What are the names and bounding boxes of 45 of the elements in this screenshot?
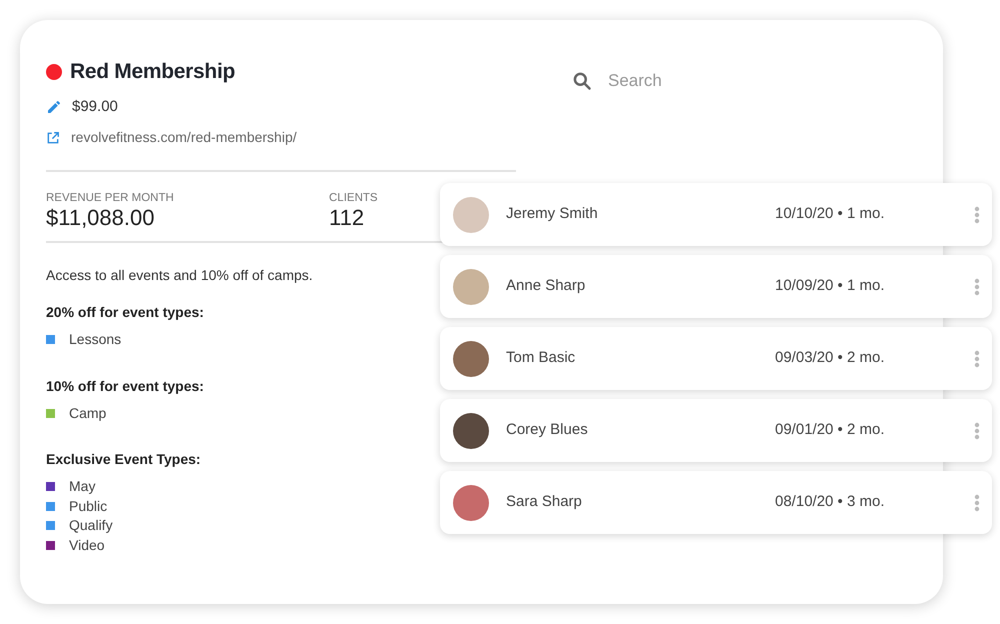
client-name: Sara Sharp [506, 492, 583, 512]
more-icon[interactable] [974, 494, 980, 512]
avatar [453, 268, 489, 304]
client-row[interactable]: Corey Blues 09/01/20 • 2 mo. [440, 399, 992, 462]
more-icon[interactable] [974, 206, 980, 224]
group-heading: 20% off for event types: [46, 303, 205, 322]
avatar [453, 484, 489, 520]
event-type: Public [69, 496, 108, 516]
client-date: 09/03/20 • 2 mo. [775, 348, 886, 368]
stat-label: CLIENTS [329, 191, 378, 205]
stat-value: 112 [329, 205, 366, 231]
client-name: Corey Blues [506, 420, 589, 440]
more-icon[interactable] [974, 278, 980, 296]
client-name: Anne Sharp [506, 276, 586, 296]
event-type: Lessons [69, 330, 122, 350]
search-field[interactable]: Search [608, 68, 928, 94]
event-type: May [69, 477, 96, 496]
more-icon[interactable] [974, 422, 980, 440]
more-icon[interactable] [974, 350, 980, 368]
event-type: Qualify [69, 516, 113, 536]
client-name: Jeremy Smith [506, 204, 599, 224]
client-date: 10/09/20 • 1 mo. [775, 276, 886, 296]
client-row[interactable]: Sara Sharp 08/10/20 • 3 mo. [440, 471, 992, 534]
search-icon [572, 71, 592, 91]
client-row[interactable]: Jeremy Smith 10/10/20 • 1 mo. [440, 183, 992, 246]
stat-value: $11,088.00 [46, 205, 156, 231]
membership-link[interactable]: revolvefitness.com/red-membership/ [71, 127, 297, 148]
client-name: Tom Basic [506, 348, 576, 368]
event-type: Camp [69, 404, 106, 423]
avatar [453, 340, 489, 376]
client-date: 10/10/20 • 1 mo. [775, 204, 886, 224]
client-date: 08/10/20 • 3 mo. [775, 492, 886, 512]
price: $99.00 [72, 96, 118, 116]
avatar [453, 412, 489, 448]
avatar [453, 196, 489, 232]
event-type: Video [69, 536, 105, 555]
external-link-icon[interactable] [46, 130, 60, 144]
client-date: 09/01/20 • 2 mo. [775, 420, 886, 440]
group-heading: Exclusive Event Types: [46, 450, 202, 469]
client-row[interactable]: Anne Sharp 10/09/20 • 1 mo. [440, 255, 992, 318]
stat-label: REVENUE PER MONTH [46, 191, 175, 205]
pencil-icon[interactable] [46, 98, 62, 115]
client-row[interactable]: Tom Basic 09/03/20 • 2 mo. [440, 327, 992, 390]
membership-title: Red Membership [70, 59, 235, 85]
group-heading: 10% off for event types: [46, 376, 205, 396]
